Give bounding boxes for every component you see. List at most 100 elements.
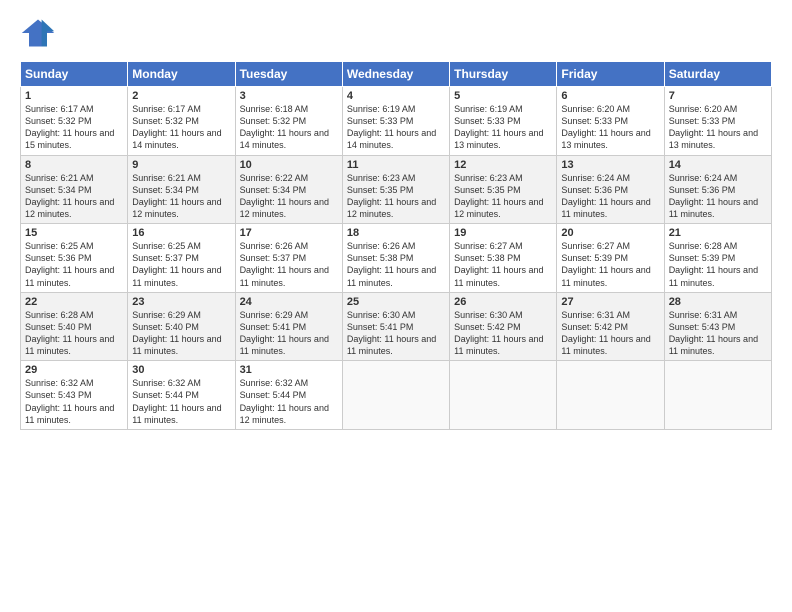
day-number: 18 — [347, 227, 445, 239]
day-number: 17 — [240, 227, 338, 239]
day-info: Sunrise: 6:25 AMSunset: 5:37 PMDaylight:… — [132, 241, 221, 287]
day-info: Sunrise: 6:28 AMSunset: 5:40 PMDaylight:… — [25, 310, 114, 356]
day-number: 8 — [25, 159, 123, 171]
weekday-header-row: SundayMondayTuesdayWednesdayThursdayFrid… — [21, 62, 772, 87]
weekday-header-saturday: Saturday — [664, 62, 771, 87]
day-info: Sunrise: 6:17 AMSunset: 5:32 PMDaylight:… — [25, 104, 114, 150]
day-number: 3 — [240, 90, 338, 102]
day-number: 9 — [132, 159, 230, 171]
day-info: Sunrise: 6:24 AMSunset: 5:36 PMDaylight:… — [669, 173, 758, 219]
day-number: 16 — [132, 227, 230, 239]
day-info: Sunrise: 6:24 AMSunset: 5:36 PMDaylight:… — [561, 173, 650, 219]
day-cell-20: 20 Sunrise: 6:27 AMSunset: 5:39 PMDaylig… — [557, 224, 664, 293]
day-cell-23: 23 Sunrise: 6:29 AMSunset: 5:40 PMDaylig… — [128, 292, 235, 361]
day-info: Sunrise: 6:21 AMSunset: 5:34 PMDaylight:… — [132, 173, 221, 219]
day-cell-19: 19 Sunrise: 6:27 AMSunset: 5:38 PMDaylig… — [450, 224, 557, 293]
week-row-3: 15 Sunrise: 6:25 AMSunset: 5:36 PMDaylig… — [21, 224, 772, 293]
day-cell-4: 4 Sunrise: 6:19 AMSunset: 5:33 PMDayligh… — [342, 87, 449, 156]
day-cell-3: 3 Sunrise: 6:18 AMSunset: 5:32 PMDayligh… — [235, 87, 342, 156]
day-info: Sunrise: 6:30 AMSunset: 5:41 PMDaylight:… — [347, 310, 436, 356]
day-info: Sunrise: 6:17 AMSunset: 5:32 PMDaylight:… — [132, 104, 221, 150]
day-cell-29: 29 Sunrise: 6:32 AMSunset: 5:43 PMDaylig… — [21, 361, 128, 430]
day-cell-18: 18 Sunrise: 6:26 AMSunset: 5:38 PMDaylig… — [342, 224, 449, 293]
day-info: Sunrise: 6:18 AMSunset: 5:32 PMDaylight:… — [240, 104, 329, 150]
day-cell-15: 15 Sunrise: 6:25 AMSunset: 5:36 PMDaylig… — [21, 224, 128, 293]
day-number: 23 — [132, 296, 230, 308]
day-number: 30 — [132, 364, 230, 376]
weekday-header-sunday: Sunday — [21, 62, 128, 87]
weekday-header-thursday: Thursday — [450, 62, 557, 87]
day-cell-12: 12 Sunrise: 6:23 AMSunset: 5:35 PMDaylig… — [450, 155, 557, 224]
day-cell-30: 30 Sunrise: 6:32 AMSunset: 5:44 PMDaylig… — [128, 361, 235, 430]
day-info: Sunrise: 6:31 AMSunset: 5:42 PMDaylight:… — [561, 310, 650, 356]
day-number: 19 — [454, 227, 552, 239]
logo-icon — [20, 15, 56, 51]
day-info: Sunrise: 6:20 AMSunset: 5:33 PMDaylight:… — [561, 104, 650, 150]
day-number: 14 — [669, 159, 767, 171]
day-number: 5 — [454, 90, 552, 102]
day-number: 12 — [454, 159, 552, 171]
day-cell-8: 8 Sunrise: 6:21 AMSunset: 5:34 PMDayligh… — [21, 155, 128, 224]
day-cell-1: 1 Sunrise: 6:17 AMSunset: 5:32 PMDayligh… — [21, 87, 128, 156]
day-info: Sunrise: 6:32 AMSunset: 5:43 PMDaylight:… — [25, 378, 114, 424]
day-cell-9: 9 Sunrise: 6:21 AMSunset: 5:34 PMDayligh… — [128, 155, 235, 224]
day-number: 21 — [669, 227, 767, 239]
logo — [20, 15, 60, 51]
day-cell-11: 11 Sunrise: 6:23 AMSunset: 5:35 PMDaylig… — [342, 155, 449, 224]
weekday-header-wednesday: Wednesday — [342, 62, 449, 87]
day-number: 15 — [25, 227, 123, 239]
day-info: Sunrise: 6:27 AMSunset: 5:38 PMDaylight:… — [454, 241, 543, 287]
day-number: 29 — [25, 364, 123, 376]
day-number: 27 — [561, 296, 659, 308]
day-info: Sunrise: 6:29 AMSunset: 5:41 PMDaylight:… — [240, 310, 329, 356]
day-info: Sunrise: 6:28 AMSunset: 5:39 PMDaylight:… — [669, 241, 758, 287]
day-number: 20 — [561, 227, 659, 239]
day-info: Sunrise: 6:23 AMSunset: 5:35 PMDaylight:… — [454, 173, 543, 219]
day-number: 4 — [347, 90, 445, 102]
day-cell-5: 5 Sunrise: 6:19 AMSunset: 5:33 PMDayligh… — [450, 87, 557, 156]
empty-cell — [342, 361, 449, 430]
day-cell-21: 21 Sunrise: 6:28 AMSunset: 5:39 PMDaylig… — [664, 224, 771, 293]
day-info: Sunrise: 6:19 AMSunset: 5:33 PMDaylight:… — [347, 104, 436, 150]
day-cell-22: 22 Sunrise: 6:28 AMSunset: 5:40 PMDaylig… — [21, 292, 128, 361]
day-number: 1 — [25, 90, 123, 102]
day-cell-13: 13 Sunrise: 6:24 AMSunset: 5:36 PMDaylig… — [557, 155, 664, 224]
calendar: SundayMondayTuesdayWednesdayThursdayFrid… — [20, 61, 772, 430]
day-cell-16: 16 Sunrise: 6:25 AMSunset: 5:37 PMDaylig… — [128, 224, 235, 293]
weekday-header-tuesday: Tuesday — [235, 62, 342, 87]
week-row-5: 29 Sunrise: 6:32 AMSunset: 5:43 PMDaylig… — [21, 361, 772, 430]
day-number: 13 — [561, 159, 659, 171]
day-cell-14: 14 Sunrise: 6:24 AMSunset: 5:36 PMDaylig… — [664, 155, 771, 224]
day-cell-31: 31 Sunrise: 6:32 AMSunset: 5:44 PMDaylig… — [235, 361, 342, 430]
weekday-header-friday: Friday — [557, 62, 664, 87]
day-cell-28: 28 Sunrise: 6:31 AMSunset: 5:43 PMDaylig… — [664, 292, 771, 361]
day-info: Sunrise: 6:23 AMSunset: 5:35 PMDaylight:… — [347, 173, 436, 219]
header — [20, 15, 772, 51]
week-row-1: 1 Sunrise: 6:17 AMSunset: 5:32 PMDayligh… — [21, 87, 772, 156]
day-info: Sunrise: 6:30 AMSunset: 5:42 PMDaylight:… — [454, 310, 543, 356]
day-number: 7 — [669, 90, 767, 102]
day-cell-6: 6 Sunrise: 6:20 AMSunset: 5:33 PMDayligh… — [557, 87, 664, 156]
weekday-header-monday: Monday — [128, 62, 235, 87]
day-number: 25 — [347, 296, 445, 308]
day-info: Sunrise: 6:31 AMSunset: 5:43 PMDaylight:… — [669, 310, 758, 356]
day-info: Sunrise: 6:21 AMSunset: 5:34 PMDaylight:… — [25, 173, 114, 219]
week-row-4: 22 Sunrise: 6:28 AMSunset: 5:40 PMDaylig… — [21, 292, 772, 361]
day-info: Sunrise: 6:26 AMSunset: 5:37 PMDaylight:… — [240, 241, 329, 287]
day-cell-10: 10 Sunrise: 6:22 AMSunset: 5:34 PMDaylig… — [235, 155, 342, 224]
day-info: Sunrise: 6:25 AMSunset: 5:36 PMDaylight:… — [25, 241, 114, 287]
day-number: 22 — [25, 296, 123, 308]
day-info: Sunrise: 6:19 AMSunset: 5:33 PMDaylight:… — [454, 104, 543, 150]
day-number: 11 — [347, 159, 445, 171]
day-info: Sunrise: 6:32 AMSunset: 5:44 PMDaylight:… — [132, 378, 221, 424]
day-info: Sunrise: 6:22 AMSunset: 5:34 PMDaylight:… — [240, 173, 329, 219]
day-cell-26: 26 Sunrise: 6:30 AMSunset: 5:42 PMDaylig… — [450, 292, 557, 361]
day-number: 2 — [132, 90, 230, 102]
day-info: Sunrise: 6:27 AMSunset: 5:39 PMDaylight:… — [561, 241, 650, 287]
day-cell-25: 25 Sunrise: 6:30 AMSunset: 5:41 PMDaylig… — [342, 292, 449, 361]
empty-cell — [450, 361, 557, 430]
week-row-2: 8 Sunrise: 6:21 AMSunset: 5:34 PMDayligh… — [21, 155, 772, 224]
page: SundayMondayTuesdayWednesdayThursdayFrid… — [0, 0, 792, 612]
day-cell-17: 17 Sunrise: 6:26 AMSunset: 5:37 PMDaylig… — [235, 224, 342, 293]
day-number: 31 — [240, 364, 338, 376]
